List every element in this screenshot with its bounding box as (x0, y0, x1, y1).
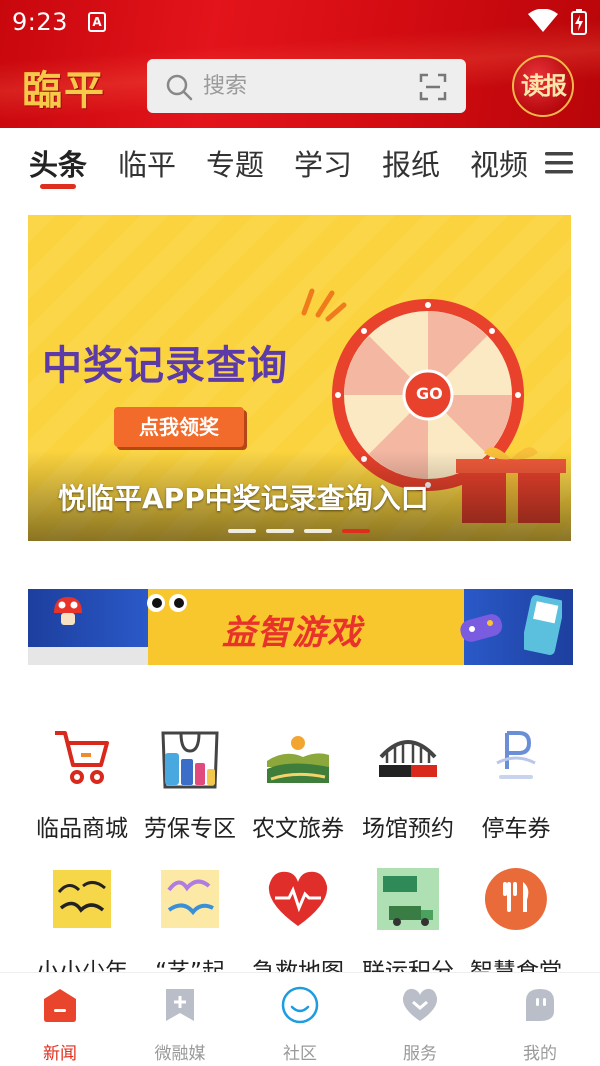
bookmark-plus-icon (166, 989, 194, 1021)
puzzle-games-banner[interactable]: 益智游戏 (28, 589, 573, 665)
service-art[interactable]: “艺”起 (135, 866, 245, 986)
game-banner-title: 益智游戏 (222, 613, 362, 653)
service-mall[interactable]: 临品商城 (27, 723, 137, 843)
gamepad-icon (460, 614, 503, 642)
app-logo[interactable]: 臨平 (22, 58, 106, 116)
landscape-icon (267, 731, 329, 783)
claim-prize-button[interactable]: 点我领奖 (114, 407, 244, 447)
handheld-console-icon (524, 595, 562, 655)
scan-icon[interactable] (419, 73, 447, 101)
service-agri-tourism[interactable]: 农文旅券 (243, 723, 353, 843)
nav-community[interactable]: 社区 (250, 985, 350, 1064)
recycle-truck-icon (377, 868, 439, 930)
nav-label: 新闻 (43, 1044, 77, 1064)
service-youth[interactable]: 小小少年 (27, 866, 137, 986)
wifi-icon (528, 9, 558, 32)
service-label: 临品商城 (36, 816, 128, 842)
promo-carousel[interactable]: 中奖记录查询 点我领奖 GO 悦临平APP中奖记录查询入口 (28, 215, 571, 541)
service-parking-coupon[interactable]: 停车券 (461, 723, 571, 843)
active-tab-indicator (40, 184, 76, 189)
eyes-icon (147, 594, 187, 612)
banner-headline: 中奖记录查询 (42, 343, 288, 389)
menu-icon[interactable] (545, 151, 573, 175)
mushroom-icon (54, 597, 82, 625)
notification-icon: A (88, 12, 106, 32)
carousel-dot (266, 529, 294, 533)
app-header: 9:23 A 臨平 读报 (0, 0, 600, 128)
carousel-dot (304, 529, 332, 533)
service-labor-protection[interactable]: 劳保专区 (135, 723, 245, 843)
search-icon (166, 74, 193, 101)
home-icon (44, 989, 76, 1022)
read-newspaper-button[interactable]: 读报 (512, 55, 574, 117)
nav-micro-media[interactable]: 微融媒 (130, 985, 230, 1064)
search-input[interactable] (203, 69, 393, 103)
nav-label: 微融媒 (154, 1044, 206, 1064)
nav-label: 我的 (523, 1044, 557, 1064)
carousel-dot (228, 529, 256, 533)
service-label: 场馆预约 (362, 816, 454, 842)
service-venue-booking[interactable]: 场馆预约 (353, 723, 463, 843)
cart-icon (55, 731, 109, 784)
tab-study[interactable]: 学习 (294, 142, 352, 184)
tab-topics[interactable]: 专题 (206, 142, 264, 184)
service-label: 停车券 (481, 816, 551, 842)
nav-news[interactable]: 新闻 (10, 985, 110, 1064)
status-time: 9:23 (12, 8, 68, 36)
tab-linping[interactable]: 临平 (118, 142, 176, 184)
fork-knife-icon (484, 868, 547, 930)
service-logistics-points[interactable]: 联运积分 (353, 866, 463, 986)
nav-profile[interactable]: 我的 (490, 985, 590, 1064)
parking-icon (496, 731, 536, 779)
art-icon (161, 870, 219, 928)
nav-services[interactable]: 服务 (370, 985, 470, 1064)
nav-label: 社区 (283, 1044, 317, 1064)
tab-headlines[interactable]: 头条 (29, 142, 87, 184)
service-smart-canteen[interactable]: 智慧食堂 (461, 866, 571, 986)
youth-icon (53, 870, 111, 928)
heart-pulse-icon (268, 871, 328, 926)
shopping-bag-icon (161, 731, 219, 789)
channel-tabs: 头条 临平 专题 学习 报纸 视频 (0, 128, 600, 198)
banner-caption[interactable]: 悦临平APP中奖记录查询入口 (58, 477, 429, 517)
service-first-aid-map[interactable]: 急救地图 (243, 866, 353, 986)
heart-check-icon (402, 988, 438, 1021)
search-bar[interactable] (147, 59, 552, 113)
tab-newspaper[interactable]: 报纸 (382, 142, 440, 184)
bottom-navigation: 新闻 微融媒 社区 服务 我的 (0, 972, 600, 1066)
smile-circle-icon (281, 986, 319, 1024)
service-label: 劳保专区 (144, 816, 236, 842)
nav-label: 服务 (403, 1044, 437, 1064)
carousel-dot-active (342, 529, 370, 533)
wheel-go-label: GO (416, 384, 443, 403)
tab-video[interactable]: 视频 (470, 142, 528, 184)
battery-icon (571, 9, 587, 35)
console-strip (28, 647, 148, 665)
service-label: 农文旅券 (252, 816, 344, 842)
status-bar: 9:23 A (0, 0, 600, 44)
profile-icon (526, 989, 554, 1021)
stadium-icon (379, 740, 437, 777)
